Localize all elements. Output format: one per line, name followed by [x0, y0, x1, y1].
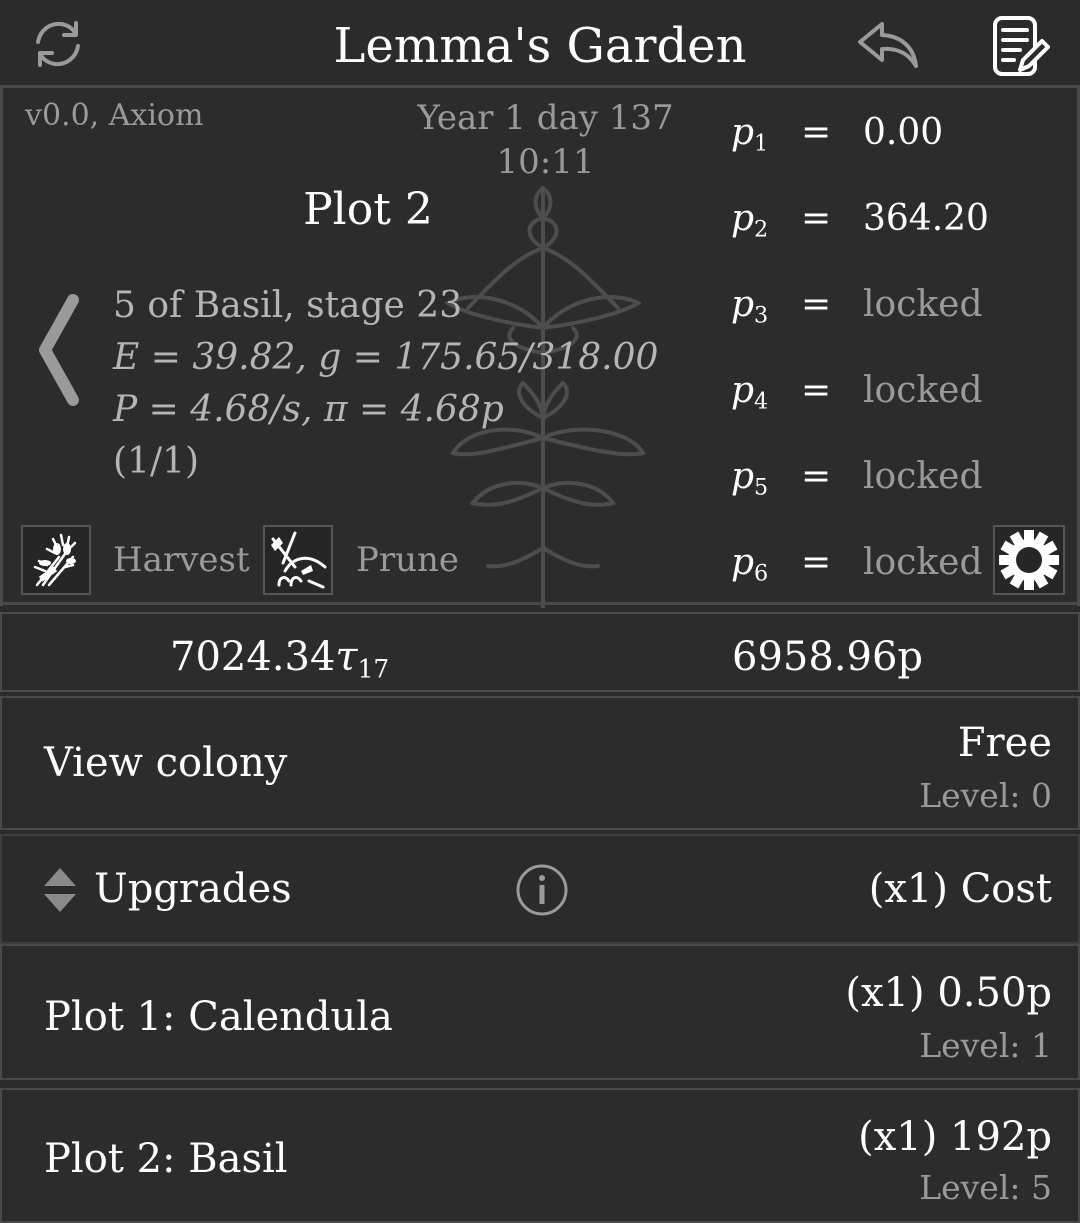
p-balance: 6958.96p — [732, 634, 924, 680]
upgrade-level: Level: 5 — [919, 1168, 1052, 1207]
upgrades-header: Upgrades (x1) Cost — [0, 834, 1080, 944]
settings-button[interactable] — [993, 525, 1065, 595]
param-equals: = — [801, 456, 832, 497]
version-label: v0.0, Axiom — [25, 98, 204, 133]
plot-detail-page: (1/1) — [113, 441, 200, 482]
param-name: p2 — [731, 198, 769, 243]
currency-bar: 7024.34τ17 6958.96p — [0, 612, 1080, 692]
tau-symbol: τ — [335, 634, 358, 680]
plot-title: Plot 2 — [303, 184, 433, 235]
param-name: p3 — [731, 284, 769, 329]
harvest-label[interactable]: Harvest — [113, 540, 250, 580]
sort-toggle[interactable] — [40, 866, 80, 914]
notes-button[interactable] — [990, 14, 1050, 80]
prune-icon — [271, 531, 327, 589]
divider — [0, 602, 1080, 605]
colony-level: Level: 0 — [919, 776, 1052, 815]
param-value: locked — [863, 284, 983, 325]
upgrade-level: Level: 1 — [919, 1026, 1052, 1065]
param-name: p1 — [731, 112, 769, 157]
prune-label[interactable]: Prune — [356, 540, 459, 580]
view-colony-row[interactable]: View colony Free Level: 0 — [0, 696, 1080, 830]
param-value: locked — [863, 542, 983, 583]
param-equals: = — [801, 198, 832, 239]
game-date: Year 1 day 137 — [417, 98, 674, 138]
param-row-p4: p4 = locked — [731, 370, 1071, 420]
game-time: 10:11 — [496, 142, 595, 182]
colony-price: Free — [957, 720, 1052, 766]
undo-button[interactable] — [856, 18, 922, 74]
param-value: locked — [863, 370, 983, 411]
previous-plot-button[interactable] — [33, 292, 89, 408]
param-value: 0.00 — [863, 112, 944, 153]
tau-value: 7024.34 — [170, 634, 336, 680]
info-button[interactable] — [514, 862, 570, 918]
param-row-p5: p5 = locked — [731, 456, 1071, 506]
upgrade-row-plot2[interactable]: Plot 2: Basil (x1) 192p Level: 5 — [0, 1088, 1080, 1223]
upgrade-name: Plot 2: Basil — [44, 1136, 288, 1182]
plot-detail-count: 5 of Basil, stage 23 — [113, 285, 463, 326]
plot-detail-energy: E = 39.82, g = 175.65/318.00 — [113, 337, 659, 378]
param-name: p6 — [731, 542, 769, 587]
param-name: p5 — [731, 456, 769, 501]
param-value: locked — [863, 456, 983, 497]
upgrade-row-plot1[interactable]: Plot 1: Calendula (x1) 0.50p Level: 1 — [0, 944, 1080, 1080]
gear-icon — [999, 530, 1059, 590]
param-row-p2: p2 = 364.20 — [731, 198, 1071, 248]
plot-panel: v0.0, Axiom Year 1 day 137 10:11 Plot 2 … — [0, 88, 1080, 608]
view-colony-label: View colony — [44, 740, 288, 786]
param-equals: = — [801, 370, 832, 411]
sort-arrows-icon — [44, 868, 76, 912]
info-icon — [516, 864, 568, 916]
plot-details: 5 of Basil, stage 23 E = 39.82, g = 175.… — [113, 280, 658, 488]
upgrade-cost: (x1) 192p — [858, 1114, 1052, 1160]
param-equals: = — [801, 542, 832, 583]
harvest-button[interactable] — [21, 525, 91, 595]
undo-icon — [858, 22, 918, 68]
param-value: 364.20 — [863, 198, 989, 239]
param-equals: = — [801, 284, 832, 325]
plot-detail-profit: P = 4.68/s, π = 4.68p — [113, 389, 504, 430]
param-row-p1: p1 = 0.00 — [731, 112, 1071, 162]
notes-icon — [993, 16, 1050, 76]
param-row-p3: p3 = locked — [731, 284, 1071, 334]
upgrade-cost: (x1) 0.50p — [845, 970, 1052, 1016]
cost-multiplier-label[interactable]: (x1) Cost — [869, 866, 1052, 912]
tau-balance: 7024.34τ17 — [170, 634, 389, 683]
chevron-left-icon — [39, 294, 79, 406]
upgrades-title: Upgrades — [94, 866, 292, 912]
top-bar: Lemma's Garden — [0, 0, 1080, 88]
param-equals: = — [801, 112, 832, 153]
param-name: p4 — [731, 370, 769, 415]
upgrade-name: Plot 1: Calendula — [44, 994, 393, 1040]
harvest-icon — [33, 533, 77, 587]
prune-button[interactable] — [263, 525, 333, 595]
tau-subscript: 17 — [357, 654, 390, 684]
